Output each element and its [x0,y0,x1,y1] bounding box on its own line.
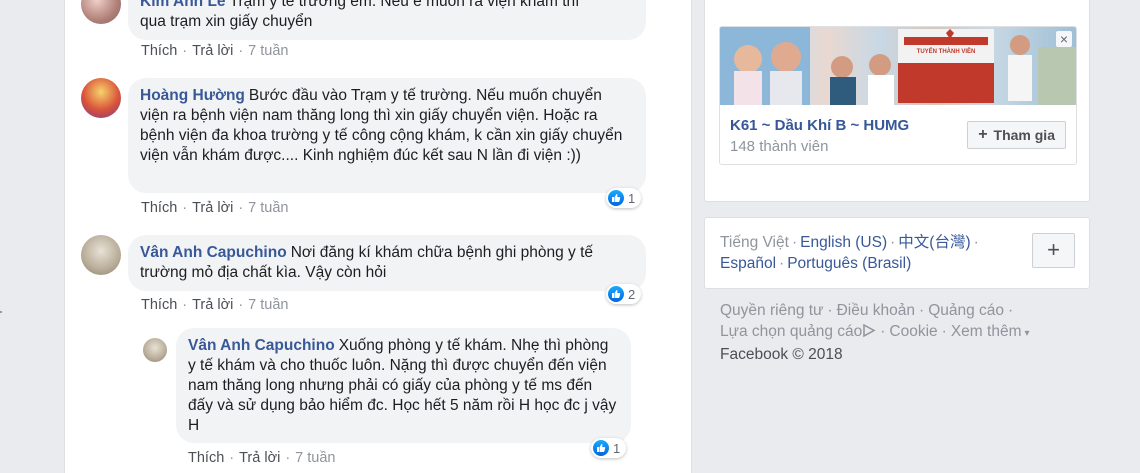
language-option[interactable]: English (US) [800,234,887,251]
comment-time[interactable]: 7 tuần [248,297,288,313]
comment-text-continued: qua trạm xin giấy chuyển [140,13,313,30]
plus-icon: + [978,126,988,143]
comments-feed: Kim Anh Le Trạm y tế trường em. Nếu e muố… [64,0,692,473]
footer: Quyền riêng tư · Điều khoản · Quảng cáo · Lựa… [720,302,1030,363]
like-link[interactable]: Thích [141,43,177,59]
reaction-number: 2 [628,286,636,302]
comment-bubble: Vân Anh Capuchino Nơi đăng kí khám chữa b… [128,235,646,291]
language-option[interactable]: Español [720,255,776,272]
footer-link-ads[interactable]: Quảng cáo [928,302,1004,319]
current-language: Tiếng Việt [720,234,789,251]
comment-time[interactable]: 7 tuần [248,200,288,216]
avatar[interactable] [143,338,167,362]
footer-link-privacy[interactable]: Quyền riêng tư [720,302,823,319]
comment-actions: Thích · Trả lời · 7 tuần [141,200,289,216]
comment-author[interactable]: Kim Anh Le [140,0,226,10]
group-name[interactable]: K61 ~ Dầu Khí B ~ HUMG [730,117,909,134]
page-edge-mark [0,311,2,313]
language-card: Tiếng Việt · English (US) · 中文(台灣) · Español ·… [704,217,1090,289]
reply-link[interactable]: Trả lời [192,43,233,59]
comment-time[interactable]: 7 tuần [248,43,288,59]
comment-time[interactable]: 7 tuần [295,450,335,466]
avatar[interactable] [81,78,121,118]
language-list: Tiếng Việt · English (US) · 中文(台灣) · Español ·… [720,234,979,272]
caret-down-icon[interactable]: ▾ [1024,328,1029,339]
like-link[interactable]: Thích [141,297,177,313]
comment-bubble: Hoàng Hường Bước đầu vào Trạm y tế trường… [128,78,646,193]
plus-icon: + [1047,237,1060,262]
banner-caption: TUYỂN THÀNH VIÊN [916,49,976,55]
like-icon [608,190,624,206]
footer-link-cookie[interactable]: Cookie [889,323,937,340]
comment-bubble: Kim Anh Le Trạm y tế trường em. Nếu e muố… [128,0,646,40]
more-languages-button[interactable]: + [1032,233,1075,268]
group-cover-image[interactable]: TUYỂN THÀNH VIÊN [720,27,1076,105]
reaction-count[interactable]: 1 [606,188,642,208]
reply-link[interactable]: Trả lời [192,200,233,216]
footer-link-terms[interactable]: Điều khoản [837,302,915,319]
language-option[interactable]: 中文(台灣) [898,234,970,251]
comment-actions: Thích · Trả lời · 7 tuần [141,43,289,59]
comment-text: Trạm y tế trường em. Nếu e muốn ra viện … [229,0,580,10]
group-suggestion: TUYỂN THÀNH VIÊN × K61 ~ Dầu Khí B ~ HUM… [719,26,1077,165]
comment-actions: Thích · Trả lời · 7 tuần [141,297,289,313]
comment-actions: Thích · Trả lời · 7 tuần [188,450,336,466]
reply-bubble: Vân Anh Capuchino Xuống phòng y tế khám. … [176,328,631,443]
group-suggestion-card: TUYỂN THÀNH VIÊN × K61 ~ Dầu Khí B ~ HUM… [704,0,1090,202]
join-label: Tham gia [993,127,1055,143]
footer-link-adchoices[interactable]: Lựa chọn quảng cáo [720,323,862,340]
reply-link[interactable]: Trả lời [239,450,280,466]
reaction-number: 1 [613,440,621,456]
close-icon[interactable]: × [1056,31,1072,47]
avatar[interactable] [81,0,121,24]
like-link[interactable]: Thích [188,450,224,466]
group-cover-graphic [720,27,1076,105]
comment-author[interactable]: Vân Anh Capuchino [188,337,335,354]
reaction-number: 1 [628,190,636,206]
language-option[interactable]: Português (Brasil) [787,255,911,272]
comment-author[interactable]: Hoàng Hường [140,87,245,104]
reaction-count[interactable]: 2 [606,284,642,304]
group-member-count: 148 thành viên [730,138,829,155]
footer-link-more[interactable]: Xem thêm [951,323,1022,340]
reaction-count[interactable]: 1 [591,438,627,458]
like-icon [593,440,609,456]
like-icon [608,286,624,302]
join-group-button[interactable]: + Tham gia [967,121,1066,149]
like-link[interactable]: Thích [141,200,177,216]
reply-link[interactable]: Trả lời [192,297,233,313]
avatar[interactable] [81,235,121,275]
adchoices-icon [862,323,876,340]
copyright: Facebook © 2018 [720,346,843,363]
comment-author[interactable]: Vân Anh Capuchino [140,244,287,261]
